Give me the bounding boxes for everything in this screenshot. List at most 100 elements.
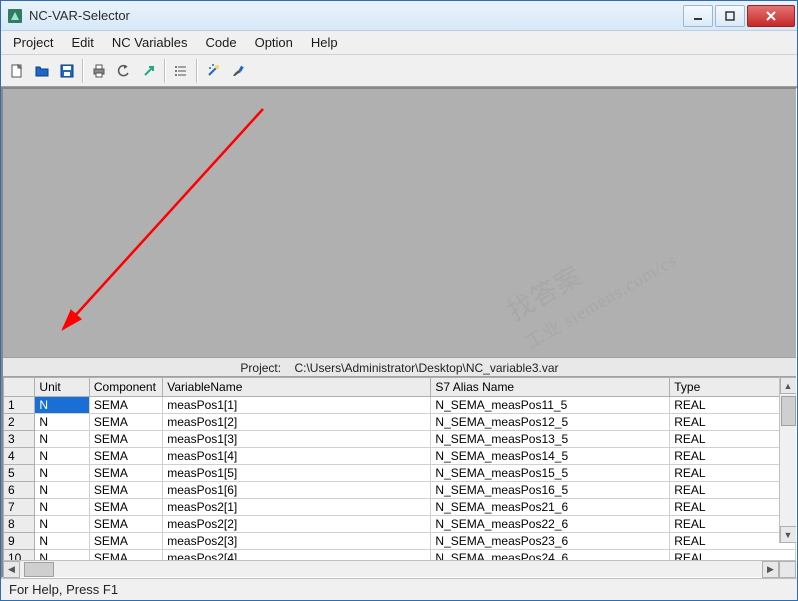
cell-type[interactable]: REAL [670, 431, 796, 448]
cell-varname[interactable]: measPos1[3] [163, 431, 431, 448]
scroll-left-button[interactable]: ◀ [3, 561, 20, 578]
cell-rownum[interactable]: 2 [4, 414, 35, 431]
menu-code[interactable]: Code [198, 32, 245, 53]
cell-rownum[interactable]: 3 [4, 431, 35, 448]
cell-type[interactable]: REAL [670, 533, 796, 550]
cell-type[interactable]: REAL [670, 448, 796, 465]
cell-varname[interactable]: measPos1[5] [163, 465, 431, 482]
open-file-button[interactable] [30, 59, 54, 83]
cell-unit[interactable]: N [35, 465, 89, 482]
cell-alias[interactable]: N_SEMA_measPos11_5 [431, 397, 670, 414]
cell-varname[interactable]: measPos2[2] [163, 516, 431, 533]
table-row[interactable]: 10NSEMAmeasPos2[4]N_SEMA_measPos24_6REAL [4, 550, 796, 561]
scroll-down-button[interactable]: ▼ [780, 526, 797, 543]
cell-component[interactable]: SEMA [89, 499, 162, 516]
cell-varname[interactable]: measPos2[3] [163, 533, 431, 550]
menu-nc-variables[interactable]: NC Variables [104, 32, 196, 53]
cell-type[interactable]: REAL [670, 516, 796, 533]
cell-alias[interactable]: N_SEMA_measPos21_6 [431, 499, 670, 516]
cell-component[interactable]: SEMA [89, 550, 162, 561]
table-row[interactable]: 1NSEMAmeasPos1[1]N_SEMA_measPos11_5REAL [4, 397, 796, 414]
cell-unit[interactable]: N [35, 448, 89, 465]
vertical-scrollbar[interactable]: ▲ ▼ [779, 377, 796, 543]
cell-alias[interactable]: N_SEMA_measPos14_5 [431, 448, 670, 465]
maximize-button[interactable] [715, 5, 745, 27]
col-rownum[interactable] [4, 378, 35, 397]
scroll-right-button[interactable]: ▶ [762, 561, 779, 578]
cell-component[interactable]: SEMA [89, 465, 162, 482]
menu-help[interactable]: Help [303, 32, 346, 53]
save-button[interactable] [55, 59, 79, 83]
col-type[interactable]: Type [670, 378, 796, 397]
hscroll-thumb[interactable] [24, 562, 54, 577]
cell-rownum[interactable]: 6 [4, 482, 35, 499]
table-row[interactable]: 9NSEMAmeasPos2[3]N_SEMA_measPos23_6REAL [4, 533, 796, 550]
cell-unit[interactable]: N [35, 414, 89, 431]
cell-component[interactable]: SEMA [89, 431, 162, 448]
table-row[interactable]: 8NSEMAmeasPos2[2]N_SEMA_measPos22_6REAL [4, 516, 796, 533]
cell-varname[interactable]: measPos2[1] [163, 499, 431, 516]
horizontal-scrollbar[interactable]: ◀ ▶ [3, 560, 796, 577]
col-unit[interactable]: Unit [35, 378, 89, 397]
cell-type[interactable]: REAL [670, 414, 796, 431]
cell-varname[interactable]: measPos1[4] [163, 448, 431, 465]
cell-component[interactable]: SEMA [89, 533, 162, 550]
variable-table[interactable]: Unit Component VariableName S7 Alias Nam… [3, 377, 796, 560]
table-row[interactable]: 6NSEMAmeasPos1[6]N_SEMA_measPos16_5REAL [4, 482, 796, 499]
cell-rownum[interactable]: 1 [4, 397, 35, 414]
redo-button[interactable] [137, 59, 161, 83]
cell-alias[interactable]: N_SEMA_measPos12_5 [431, 414, 670, 431]
cell-unit[interactable]: N [35, 499, 89, 516]
cell-unit[interactable]: N [35, 431, 89, 448]
cell-component[interactable]: SEMA [89, 397, 162, 414]
cell-varname[interactable]: measPos1[6] [163, 482, 431, 499]
col-alias[interactable]: S7 Alias Name [431, 378, 670, 397]
scroll-up-button[interactable]: ▲ [780, 377, 797, 394]
cell-alias[interactable]: N_SEMA_measPos23_6 [431, 533, 670, 550]
wand-button[interactable] [201, 59, 225, 83]
cell-component[interactable]: SEMA [89, 516, 162, 533]
cell-rownum[interactable]: 5 [4, 465, 35, 482]
vscroll-thumb[interactable] [781, 396, 796, 426]
table-row[interactable]: 7NSEMAmeasPos2[1]N_SEMA_measPos21_6REAL [4, 499, 796, 516]
cell-varname[interactable]: measPos1[1] [163, 397, 431, 414]
cell-alias[interactable]: N_SEMA_measPos22_6 [431, 516, 670, 533]
cell-unit[interactable]: N [35, 550, 89, 561]
cell-type[interactable]: REAL [670, 397, 796, 414]
menu-option[interactable]: Option [247, 32, 301, 53]
cell-rownum[interactable]: 4 [4, 448, 35, 465]
table-row[interactable]: 5NSEMAmeasPos1[5]N_SEMA_measPos15_5REAL [4, 465, 796, 482]
hscroll-track[interactable] [54, 562, 762, 577]
menu-project[interactable]: Project [5, 32, 61, 53]
cell-type[interactable]: REAL [670, 482, 796, 499]
cell-type[interactable]: REAL [670, 465, 796, 482]
cell-unit[interactable]: N [35, 533, 89, 550]
cell-type[interactable]: REAL [670, 550, 796, 561]
cell-alias[interactable]: N_SEMA_measPos13_5 [431, 431, 670, 448]
cell-varname[interactable]: measPos1[2] [163, 414, 431, 431]
cell-component[interactable]: SEMA [89, 414, 162, 431]
cell-rownum[interactable]: 9 [4, 533, 35, 550]
cell-unit[interactable]: N [35, 397, 89, 414]
table-row[interactable]: 4NSEMAmeasPos1[4]N_SEMA_measPos14_5REAL [4, 448, 796, 465]
undo-button[interactable] [112, 59, 136, 83]
brush-button[interactable] [226, 59, 250, 83]
cell-rownum[interactable]: 7 [4, 499, 35, 516]
cell-type[interactable]: REAL [670, 499, 796, 516]
table-row[interactable]: 3NSEMAmeasPos1[3]N_SEMA_measPos13_5REAL [4, 431, 796, 448]
cell-varname[interactable]: measPos2[4] [163, 550, 431, 561]
cell-component[interactable]: SEMA [89, 448, 162, 465]
close-button[interactable] [747, 5, 795, 27]
minimize-button[interactable] [683, 5, 713, 27]
cell-rownum[interactable]: 10 [4, 550, 35, 561]
cell-unit[interactable]: N [35, 482, 89, 499]
cell-alias[interactable]: N_SEMA_measPos16_5 [431, 482, 670, 499]
new-file-button[interactable] [5, 59, 29, 83]
menu-edit[interactable]: Edit [63, 32, 101, 53]
cell-rownum[interactable]: 8 [4, 516, 35, 533]
col-component[interactable]: Component [89, 378, 162, 397]
cell-unit[interactable]: N [35, 516, 89, 533]
list-button[interactable] [169, 59, 193, 83]
cell-component[interactable]: SEMA [89, 482, 162, 499]
print-button[interactable] [87, 59, 111, 83]
